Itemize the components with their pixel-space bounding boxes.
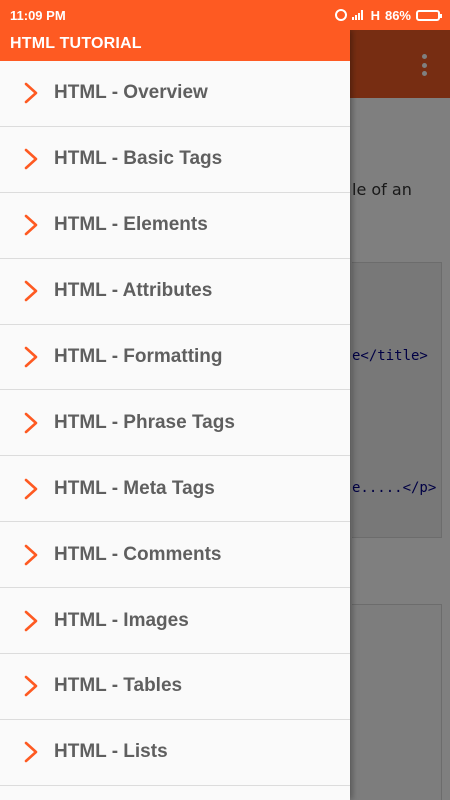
status-time: 11:09 PM bbox=[10, 7, 66, 23]
nav-item-elements[interactable]: HTML - Elements bbox=[0, 192, 350, 259]
battery-icon bbox=[416, 9, 442, 21]
alarm-icon bbox=[334, 9, 347, 21]
nav-item-label: HTML - Meta Tags bbox=[54, 477, 215, 499]
nav-item-label: HTML - Phrase Tags bbox=[54, 411, 235, 433]
chevron-right-icon bbox=[24, 280, 38, 302]
nav-item-label: HTML - Elements bbox=[54, 214, 208, 236]
chevron-right-icon bbox=[24, 412, 38, 434]
nav-list: HTML - Overview HTML - Basic Tags HTML -… bbox=[0, 61, 350, 786]
nav-item-attributes[interactable]: HTML - Attributes bbox=[0, 258, 350, 325]
chevron-right-icon bbox=[24, 149, 38, 170]
chevron-right-icon bbox=[24, 544, 38, 565]
nav-item-formatting[interactable]: HTML - Formatting bbox=[0, 324, 350, 391]
nav-item-label: HTML - Comments bbox=[54, 543, 222, 565]
chevron-right-icon bbox=[24, 676, 38, 697]
nav-item-label: HTML - Lists bbox=[54, 741, 168, 763]
chevron-right-icon bbox=[24, 742, 38, 763]
navigation-drawer: HTML TUTORIAL HTML - Overview HTML - Bas… bbox=[0, 30, 350, 800]
signal-icon bbox=[351, 10, 366, 20]
drawer-title: HTML TUTORIAL bbox=[0, 30, 350, 61]
nav-item-label: HTML - Basic Tags bbox=[54, 148, 223, 170]
nav-item-label: HTML - Images bbox=[54, 609, 189, 631]
nav-item-label: HTML - Overview bbox=[54, 82, 208, 104]
network-type: H bbox=[370, 7, 380, 23]
battery-percent: 86% bbox=[384, 7, 411, 23]
nav-item-lists[interactable]: HTML - Lists bbox=[0, 719, 350, 786]
nav-item-comments[interactable]: HTML - Comments bbox=[0, 522, 350, 589]
chevron-right-icon bbox=[24, 610, 38, 631]
nav-item-tables[interactable]: HTML - Tables bbox=[0, 654, 350, 720]
nav-item-basic-tags[interactable]: HTML - Basic Tags bbox=[0, 126, 350, 193]
status-icons: H 86% bbox=[334, 7, 442, 23]
nav-item-label: HTML - Attributes bbox=[54, 280, 213, 302]
nav-item-label: HTML - Formatting bbox=[54, 346, 223, 367]
nav-item-meta-tags[interactable]: HTML - Meta Tags bbox=[0, 456, 350, 523]
chevron-right-icon bbox=[24, 346, 38, 368]
status-bar: 11:09 PM H 86% bbox=[0, 0, 450, 30]
nav-item-overview[interactable]: HTML - Overview bbox=[0, 61, 350, 127]
chevron-right-icon bbox=[24, 83, 38, 104]
chevron-right-icon bbox=[24, 214, 38, 236]
nav-item-label: HTML - Tables bbox=[54, 675, 183, 697]
nav-item-images[interactable]: HTML - Images bbox=[0, 588, 350, 655]
nav-item-phrase-tags[interactable]: HTML - Phrase Tags bbox=[0, 390, 350, 457]
chevron-right-icon bbox=[24, 478, 38, 500]
